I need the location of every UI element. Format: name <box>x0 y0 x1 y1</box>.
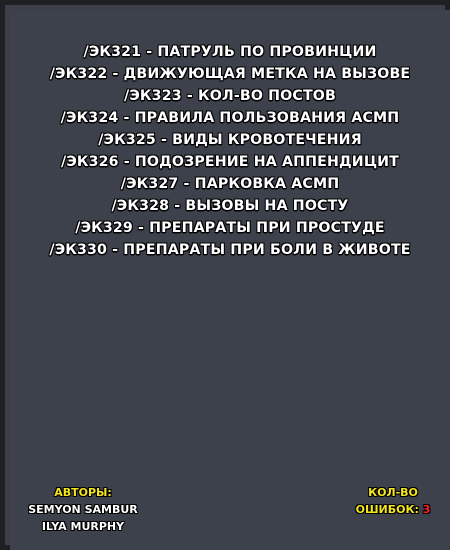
command-list: /ЭК321 - ПАТРУЛЬ ПО ПРОВИНЦИИ /ЭК322 - Д… <box>10 41 450 261</box>
error-counter: КОЛ-ВО ОШИБОК: 3 <box>343 484 443 518</box>
commands-panel: /ЭК321 - ПАТРУЛЬ ПО ПРОВИНЦИИ /ЭК322 - Д… <box>10 10 450 550</box>
error-counter-label: КОЛ-ВО <box>368 486 418 499</box>
error-counter-row: ОШИБОК: 3 <box>343 501 443 518</box>
error-counter-label-2: ОШИБОК: <box>355 503 419 516</box>
authors-block: АВТОРЫ: SEMYON SAMBUR ILYA MURPHY <box>18 484 148 535</box>
command-item: /ЭК321 - ПАТРУЛЬ ПО ПРОВИНЦИИ <box>83 44 377 60</box>
command-item: /ЭК327 - ПАРКОВКА АСМП <box>120 176 340 192</box>
command-item: /ЭК324 - ПРАВИЛА ПОЛЬЗОВАНИЯ АСМП <box>60 110 400 126</box>
command-item: /ЭК322 - ДВИЖУЮЩАЯ МЕТКА НА ВЫЗОВЕ <box>49 66 411 82</box>
command-item: /ЭК330 - ПРЕПАРАТЫ ПРИ БОЛИ В ЖИВОТЕ <box>49 242 411 258</box>
command-item: /ЭК325 - ВИДЫ КРОВОТЕЧЕНИЯ <box>98 132 362 148</box>
command-item: /ЭК326 - ПОДОЗРЕНИЕ НА АППЕНДИЦИТ <box>60 154 399 170</box>
author-name: ILYA MURPHY <box>41 520 125 533</box>
command-item: /ЭК329 - ПРЕПАРАТЫ ПРИ ПРОСТУДЕ <box>75 220 385 236</box>
authors-title: АВТОРЫ: <box>54 486 112 499</box>
command-item: /ЭК323 - КОЛ-ВО ПОСТОВ <box>124 88 336 104</box>
window-frame: /ЭК321 - ПАТРУЛЬ ПО ПРОВИНЦИИ /ЭК322 - Д… <box>0 0 450 550</box>
command-item: /ЭК328 - ВЫЗОВЫ НА ПОСТУ <box>111 198 349 214</box>
author-name: SEMYON SAMBUR <box>28 503 138 516</box>
error-count: 3 <box>422 503 431 516</box>
